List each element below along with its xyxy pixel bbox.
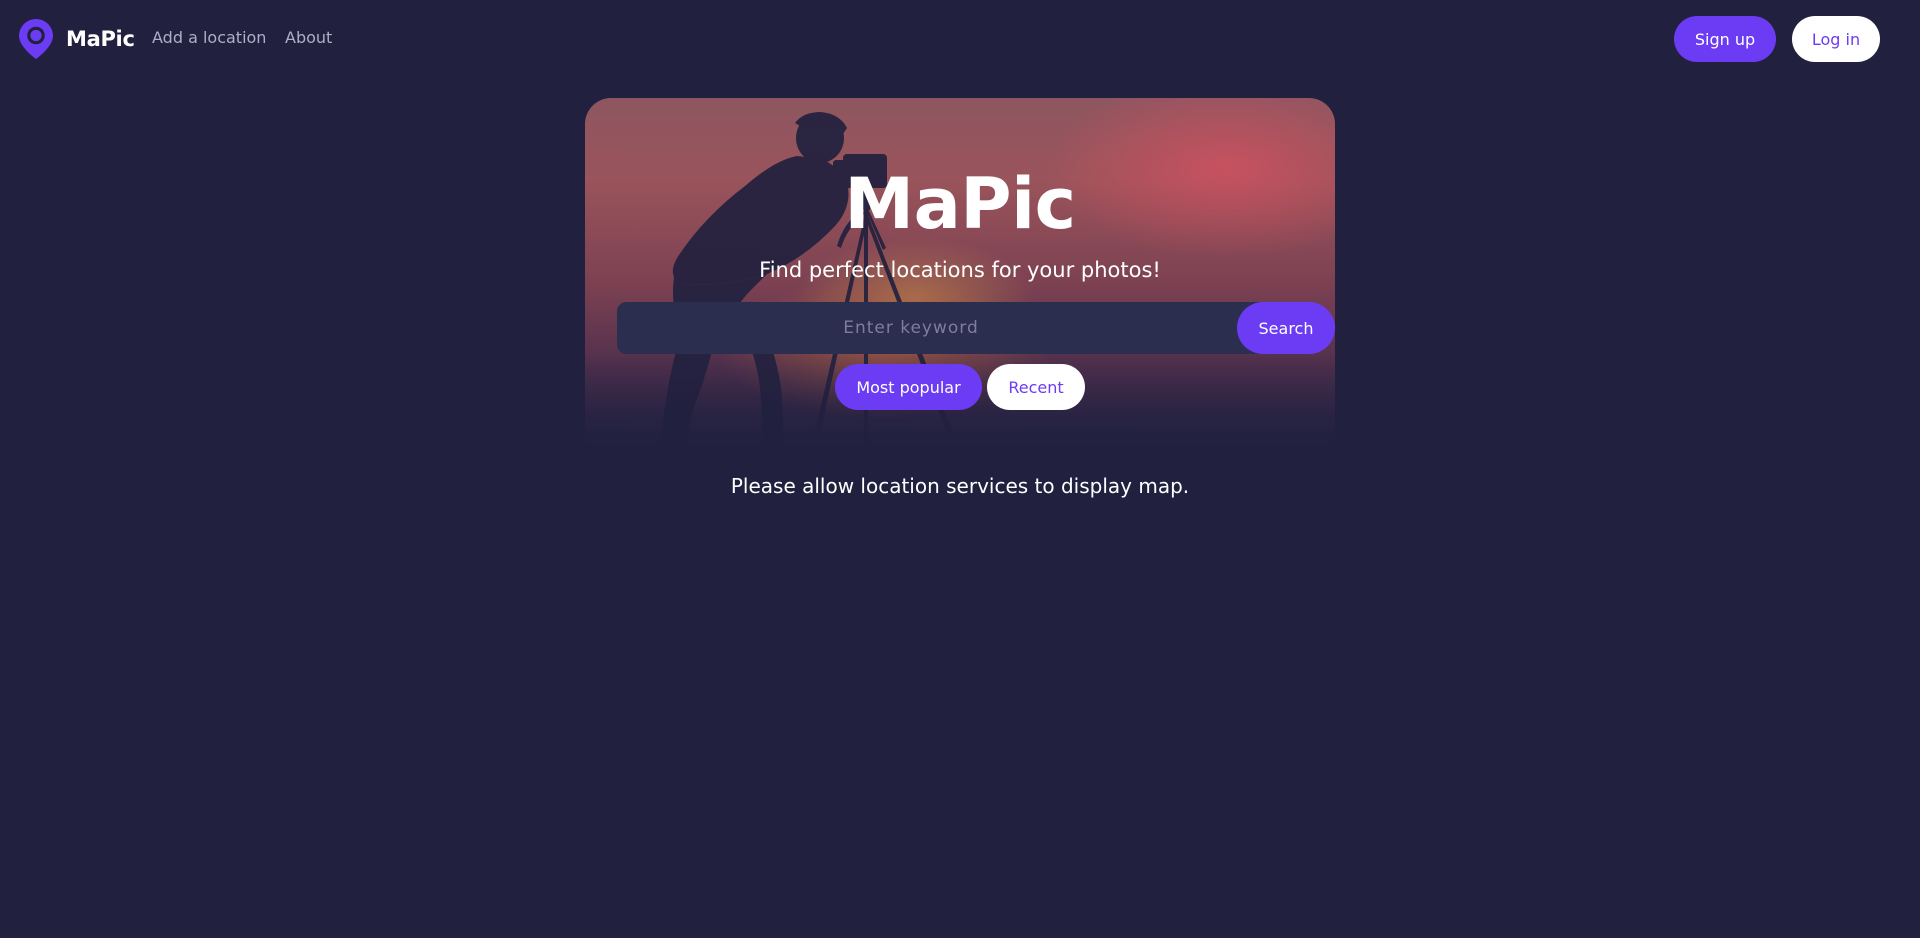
location-services-notice: Please allow location services to displa… xyxy=(730,474,1190,498)
hero-banner: MaPic Find perfect locations for your ph… xyxy=(585,98,1335,470)
brand-name: MaPic xyxy=(66,27,135,51)
hero-title: MaPic xyxy=(844,163,1076,245)
recent-button[interactable]: Recent xyxy=(987,364,1085,410)
most-popular-button[interactable]: Most popular xyxy=(835,364,982,410)
login-button[interactable]: Log in xyxy=(1792,16,1880,62)
search-bar: Search xyxy=(617,302,1335,354)
search-button[interactable]: Search xyxy=(1237,302,1335,354)
nav-add-location[interactable]: Add a location xyxy=(152,28,266,47)
map-pin-icon xyxy=(19,19,53,59)
brand[interactable]: MaPic xyxy=(18,18,135,60)
top-navbar: MaPic Add a location About Sign up Log i… xyxy=(0,0,1920,78)
signup-button[interactable]: Sign up xyxy=(1674,16,1776,62)
nav-about[interactable]: About xyxy=(285,28,332,47)
hero-tagline: Find perfect locations for your photos! xyxy=(759,258,1161,282)
search-input[interactable] xyxy=(617,302,1205,354)
